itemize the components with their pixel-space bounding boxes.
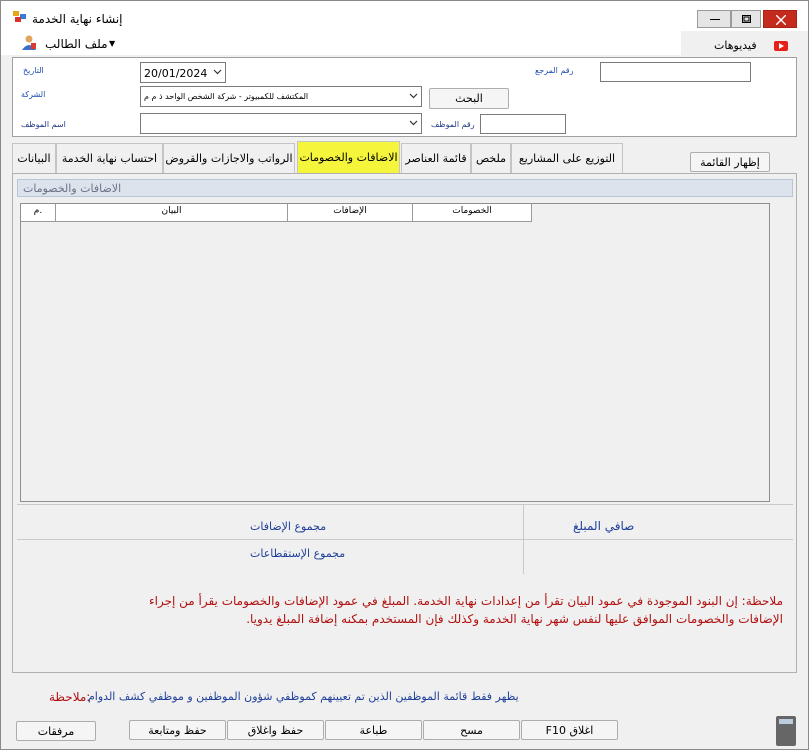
student-file-label: ملف الطالب	[45, 37, 108, 51]
title-bar: إنشاء نهاية الخدمة	[1, 1, 808, 31]
tab-strip: البيانات احتساب نهاية الخدمة الرواتب وال…	[12, 141, 624, 173]
main-window: إنشاء نهاية الخدمة ملف الطالب ▼ فيديوهات…	[0, 0, 809, 750]
bottom-note-label: ملاحظة:	[49, 690, 91, 704]
column-header-index[interactable]: م.	[21, 204, 56, 221]
net-amount-label: صافي المبلغ	[573, 519, 635, 533]
attachments-button[interactable]: مرفقات	[16, 721, 96, 741]
save-and-close-button[interactable]: حفظ واغلاق	[227, 720, 324, 740]
company-value: المكتشف للكمبيوتر - شركة الشخص الواحد ذ …	[144, 92, 309, 101]
date-label: التاريخ	[23, 66, 44, 75]
employee-name-label: اسم الموظف	[21, 120, 66, 129]
column-header-deductions[interactable]: الخصومات	[413, 204, 532, 221]
calculator-icon[interactable]	[776, 716, 796, 746]
info-note: ملاحظة: إن البنود الموجودة في عمود البيا…	[28, 592, 783, 628]
info-note-line1: ملاحظة: إن البنود الموجودة في عمود البيا…	[148, 594, 783, 608]
deductions-total-label: مجموع الإستقطاعات	[250, 547, 346, 560]
close-window-button[interactable]	[763, 10, 797, 28]
print-button[interactable]: طباعة	[325, 720, 422, 740]
reference-input[interactable]	[600, 62, 751, 82]
date-value: 20/01/2024	[144, 67, 208, 80]
search-button-label: البحث	[455, 92, 483, 105]
tab-content-panel: الاضافات والخصومات م. البيان الإضافات ال…	[12, 173, 797, 673]
column-header-additions[interactable]: الإضافات	[288, 204, 413, 221]
restore-icon	[742, 15, 751, 23]
videos-menu[interactable]: فيديوهات	[681, 31, 808, 55]
grid-header: م. البيان الإضافات الخصومات	[21, 204, 532, 222]
maximize-button[interactable]	[731, 10, 761, 28]
window-title: إنشاء نهاية الخدمة	[32, 12, 123, 26]
minimize-icon	[710, 19, 720, 20]
chevron-down-icon	[409, 93, 418, 99]
videos-label: فيديوهات	[714, 39, 757, 52]
tab-additions-deductions[interactable]: الاضافات والخصومات	[297, 141, 400, 173]
employee-number-label: رقم الموظف	[431, 120, 475, 129]
chevron-down-icon: ▼	[109, 39, 116, 48]
show-list-button[interactable]: إظهار القائمة	[690, 152, 770, 172]
employee-name-select[interactable]	[140, 113, 422, 134]
tab-project-distribution[interactable]: التوزيع على المشاريع	[511, 143, 623, 173]
totals-row-deductions	[17, 539, 793, 574]
bottom-note-area: ملاحظة: يظهر فقط قائمة الموظفين الذين تم…	[12, 680, 797, 720]
info-note-line2: الإضافات والخصومات الموافق عليها لنفس شه…	[246, 612, 783, 626]
date-picker[interactable]: 20/01/2024	[140, 62, 226, 83]
youtube-icon	[774, 41, 788, 51]
app-icon	[13, 11, 26, 22]
minimize-button[interactable]	[697, 10, 731, 28]
section-title: الاضافات والخصومات	[23, 182, 122, 195]
clear-button[interactable]: مسح	[423, 720, 520, 740]
totals-divider	[523, 504, 524, 574]
company-label: الشركة	[21, 90, 46, 99]
header-panel: التاريخ 20/01/2024 رقم المرجع الشركة الم…	[12, 57, 797, 137]
show-list-label: إظهار القائمة	[700, 156, 760, 169]
chevron-down-icon	[409, 120, 418, 126]
save-and-continue-button[interactable]: حفظ ومتابعة	[129, 720, 226, 740]
company-select[interactable]: المكتشف للكمبيوتر - شركة الشخص الواحد ذ …	[140, 86, 422, 107]
employee-number-input[interactable]	[480, 114, 566, 134]
chevron-down-icon	[213, 69, 222, 75]
totals-row-additions	[17, 504, 793, 539]
close-button[interactable]: F10 اغلاق	[521, 720, 618, 740]
tab-summary[interactable]: ملخص	[471, 143, 511, 173]
tab-data[interactable]: البيانات	[12, 143, 56, 173]
reference-label: رقم المرجع	[535, 66, 574, 75]
close-icon	[776, 15, 786, 25]
student-icon	[22, 35, 36, 50]
tab-end-of-service-calc[interactable]: احتساب نهاية الخدمة	[56, 143, 163, 173]
additions-deductions-grid[interactable]: م. البيان الإضافات الخصومات	[20, 203, 770, 502]
additions-total-label: مجموع الإضافات	[250, 520, 327, 533]
section-header: الاضافات والخصومات	[17, 179, 793, 197]
column-header-description[interactable]: البيان	[56, 204, 288, 221]
tab-items-list[interactable]: قائمة العناصر	[401, 143, 471, 173]
bottom-note-text: يظهر فقط قائمة الموظفين الذين تم تعيينهم…	[88, 690, 519, 703]
tab-salaries-leaves-loans[interactable]: الرواتب والاجازات والقروض	[163, 143, 295, 173]
search-button[interactable]: البحث	[429, 88, 509, 109]
